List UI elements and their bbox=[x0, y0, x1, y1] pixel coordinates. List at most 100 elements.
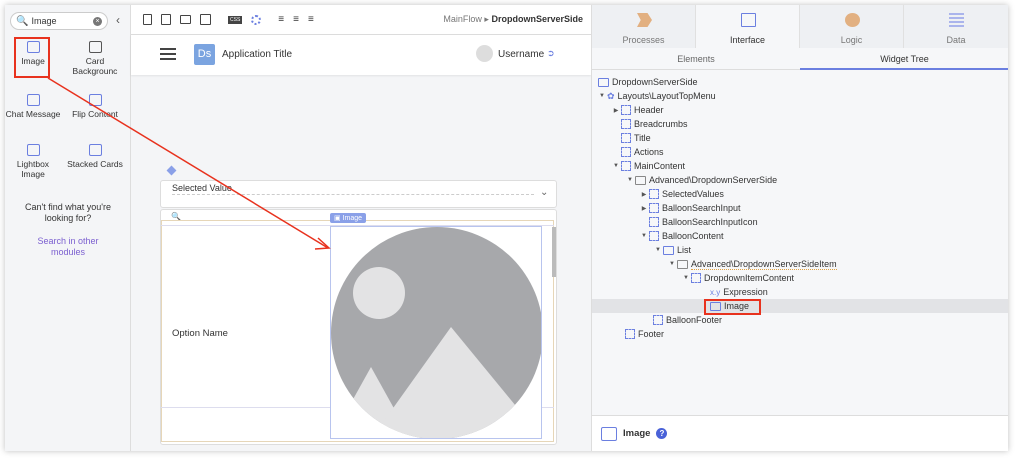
tree-item[interactable]: Actions bbox=[592, 145, 1008, 159]
expand-icon[interactable]: ▼ bbox=[597, 93, 607, 99]
container-icon bbox=[621, 119, 631, 129]
css-icon[interactable]: CSS bbox=[228, 15, 243, 24]
align-left-icon[interactable]: ≡ bbox=[278, 14, 284, 25]
container-icon bbox=[625, 329, 635, 339]
scrollbar[interactable] bbox=[552, 227, 556, 277]
highlight-box bbox=[14, 37, 50, 78]
subtab-widget-tree[interactable]: Widget Tree bbox=[800, 48, 1008, 70]
tree-item[interactable]: Breadcrumbs bbox=[592, 117, 1008, 131]
container-icon bbox=[649, 189, 659, 199]
app-header: Ds Application Title Username ➲ bbox=[131, 35, 591, 75]
tab-data[interactable]: Data bbox=[904, 5, 1008, 48]
app-title: Application Title bbox=[222, 49, 293, 60]
clear-icon[interactable]: × bbox=[93, 16, 102, 26]
container-icon bbox=[653, 315, 663, 325]
widget-flip-content[interactable]: Flip Content bbox=[67, 94, 123, 119]
expand-icon[interactable]: ▼ bbox=[625, 177, 635, 183]
tree-item[interactable]: x.y Expression bbox=[592, 285, 1008, 299]
image-icon bbox=[26, 144, 40, 156]
expand-icon[interactable]: ▼ bbox=[681, 275, 691, 281]
refresh-icon[interactable] bbox=[251, 14, 262, 25]
interface-icon bbox=[741, 13, 756, 27]
tree-item[interactable]: ▼ ✿ Layouts\LayoutTopMenu bbox=[592, 89, 1008, 103]
container-icon bbox=[649, 203, 659, 213]
screen-icon bbox=[598, 77, 609, 87]
tree-item[interactable]: ▶ Header bbox=[592, 103, 1008, 117]
placeholder-outline bbox=[172, 194, 534, 195]
search-icon: 🔍 bbox=[16, 15, 29, 27]
expand-icon[interactable]: ▼ bbox=[653, 247, 663, 253]
tablet-icon[interactable] bbox=[161, 14, 171, 25]
container-icon bbox=[621, 147, 631, 157]
menu-icon[interactable] bbox=[160, 48, 176, 60]
tree-item[interactable]: DropdownServerSide bbox=[592, 75, 1008, 89]
image-placeholder[interactable] bbox=[330, 226, 542, 439]
expand-icon[interactable]: ▼ bbox=[639, 233, 649, 239]
window-icon[interactable] bbox=[200, 14, 211, 25]
logout-icon[interactable]: ➲ bbox=[547, 48, 555, 59]
properties-title: Image bbox=[623, 428, 651, 439]
collapse-icon[interactable]: ▶ bbox=[639, 191, 649, 198]
tree-item[interactable]: ▼ List bbox=[592, 243, 1008, 257]
widget-lightbox-image[interactable]: Lightbox Image bbox=[5, 144, 61, 179]
image-placeholder-circle bbox=[331, 227, 541, 438]
container-icon bbox=[621, 161, 631, 171]
block-icon bbox=[635, 175, 646, 185]
widget-toolbox: 🔍 Image × ‹ Image Card Backgrounc Chat M… bbox=[5, 5, 131, 451]
mountains-shape bbox=[331, 327, 541, 438]
breadcrumb: MainFlow ▸ DropdownServerSide bbox=[443, 14, 583, 24]
tab-interface[interactable]: Interface bbox=[696, 5, 800, 48]
container-icon bbox=[649, 217, 659, 227]
avatar bbox=[476, 45, 493, 62]
phone-icon[interactable] bbox=[143, 14, 152, 25]
expand-icon[interactable]: ▼ bbox=[611, 163, 621, 169]
container-icon bbox=[691, 273, 701, 283]
dropdown-field[interactable]: Selected Value ⌄ bbox=[160, 180, 557, 208]
tree-item[interactable]: ▼ Advanced\DropdownServerSide bbox=[592, 173, 1008, 187]
tree-item[interactable]: ▼ BalloonContent bbox=[592, 229, 1008, 243]
tree-item[interactable]: ▼ DropdownItemContent bbox=[592, 271, 1008, 285]
chat-icon bbox=[26, 94, 40, 106]
container-icon bbox=[621, 133, 631, 143]
image-icon bbox=[601, 426, 617, 441]
align-right-icon[interactable]: ≡ bbox=[308, 14, 314, 25]
subtab-elements[interactable]: Elements bbox=[592, 48, 800, 70]
tree-item[interactable]: ▶ BalloonSearchInput bbox=[592, 201, 1008, 215]
widget-chat-message[interactable]: Chat Message bbox=[5, 94, 61, 119]
tab-processes[interactable]: Processes bbox=[592, 5, 696, 48]
layout-icon: ✿ bbox=[607, 90, 615, 101]
widget-card-background[interactable]: Card Backgrounc bbox=[67, 41, 123, 76]
option-name-text: Option Name bbox=[172, 328, 228, 339]
tree-item-selected[interactable]: Image bbox=[592, 299, 1008, 313]
right-panel: Processes Interface Logic Data Elements … bbox=[591, 5, 1008, 451]
expand-icon[interactable]: ▼ bbox=[667, 261, 677, 267]
chevron-down-icon[interactable]: ⌄ bbox=[540, 187, 548, 198]
tree-item[interactable]: Footer bbox=[592, 327, 1008, 341]
list-icon bbox=[663, 245, 674, 255]
widget-stacked-cards[interactable]: Stacked Cards bbox=[67, 144, 123, 169]
desktop-icon[interactable] bbox=[180, 15, 191, 24]
image-icon bbox=[88, 41, 102, 53]
container-icon bbox=[649, 231, 659, 241]
tree-item[interactable]: BalloonSearchInputIcon bbox=[592, 215, 1008, 229]
align-center-icon[interactable]: ≡ bbox=[293, 14, 299, 25]
collapse-icon[interactable]: ▶ bbox=[611, 107, 621, 114]
search-other-modules-link[interactable]: Search in other modules bbox=[30, 236, 106, 258]
collapse-icon[interactable]: ▶ bbox=[639, 205, 649, 212]
collapse-panel-icon[interactable]: ‹ bbox=[116, 13, 120, 27]
sun-shape bbox=[353, 267, 405, 319]
tree-item[interactable]: Title bbox=[592, 131, 1008, 145]
tree-item[interactable]: ▶ SelectedValues bbox=[592, 187, 1008, 201]
canvas-toolbar: CSS ≡ ≡ ≡ MainFlow ▸ DropdownServerSide bbox=[131, 5, 591, 35]
flip-icon bbox=[88, 94, 102, 106]
tree-item[interactable]: ▼ MainContent bbox=[592, 159, 1008, 173]
tree-item[interactable]: BalloonFooter bbox=[592, 313, 1008, 327]
processes-icon bbox=[637, 13, 652, 27]
tab-logic[interactable]: Logic bbox=[800, 5, 904, 48]
widget-search-input[interactable]: 🔍 Image × bbox=[10, 12, 108, 30]
design-canvas[interactable]: Ds Application Title Username ➲ Selected… bbox=[131, 35, 591, 451]
help-icon[interactable]: ? bbox=[656, 428, 668, 439]
tree-item[interactable]: ▼ Advanced\DropdownServerSideItem bbox=[592, 257, 1008, 271]
app-logo: Ds bbox=[194, 44, 215, 65]
dropdown-balloon: 🔍 Option Name ▣ Image bbox=[160, 209, 557, 445]
